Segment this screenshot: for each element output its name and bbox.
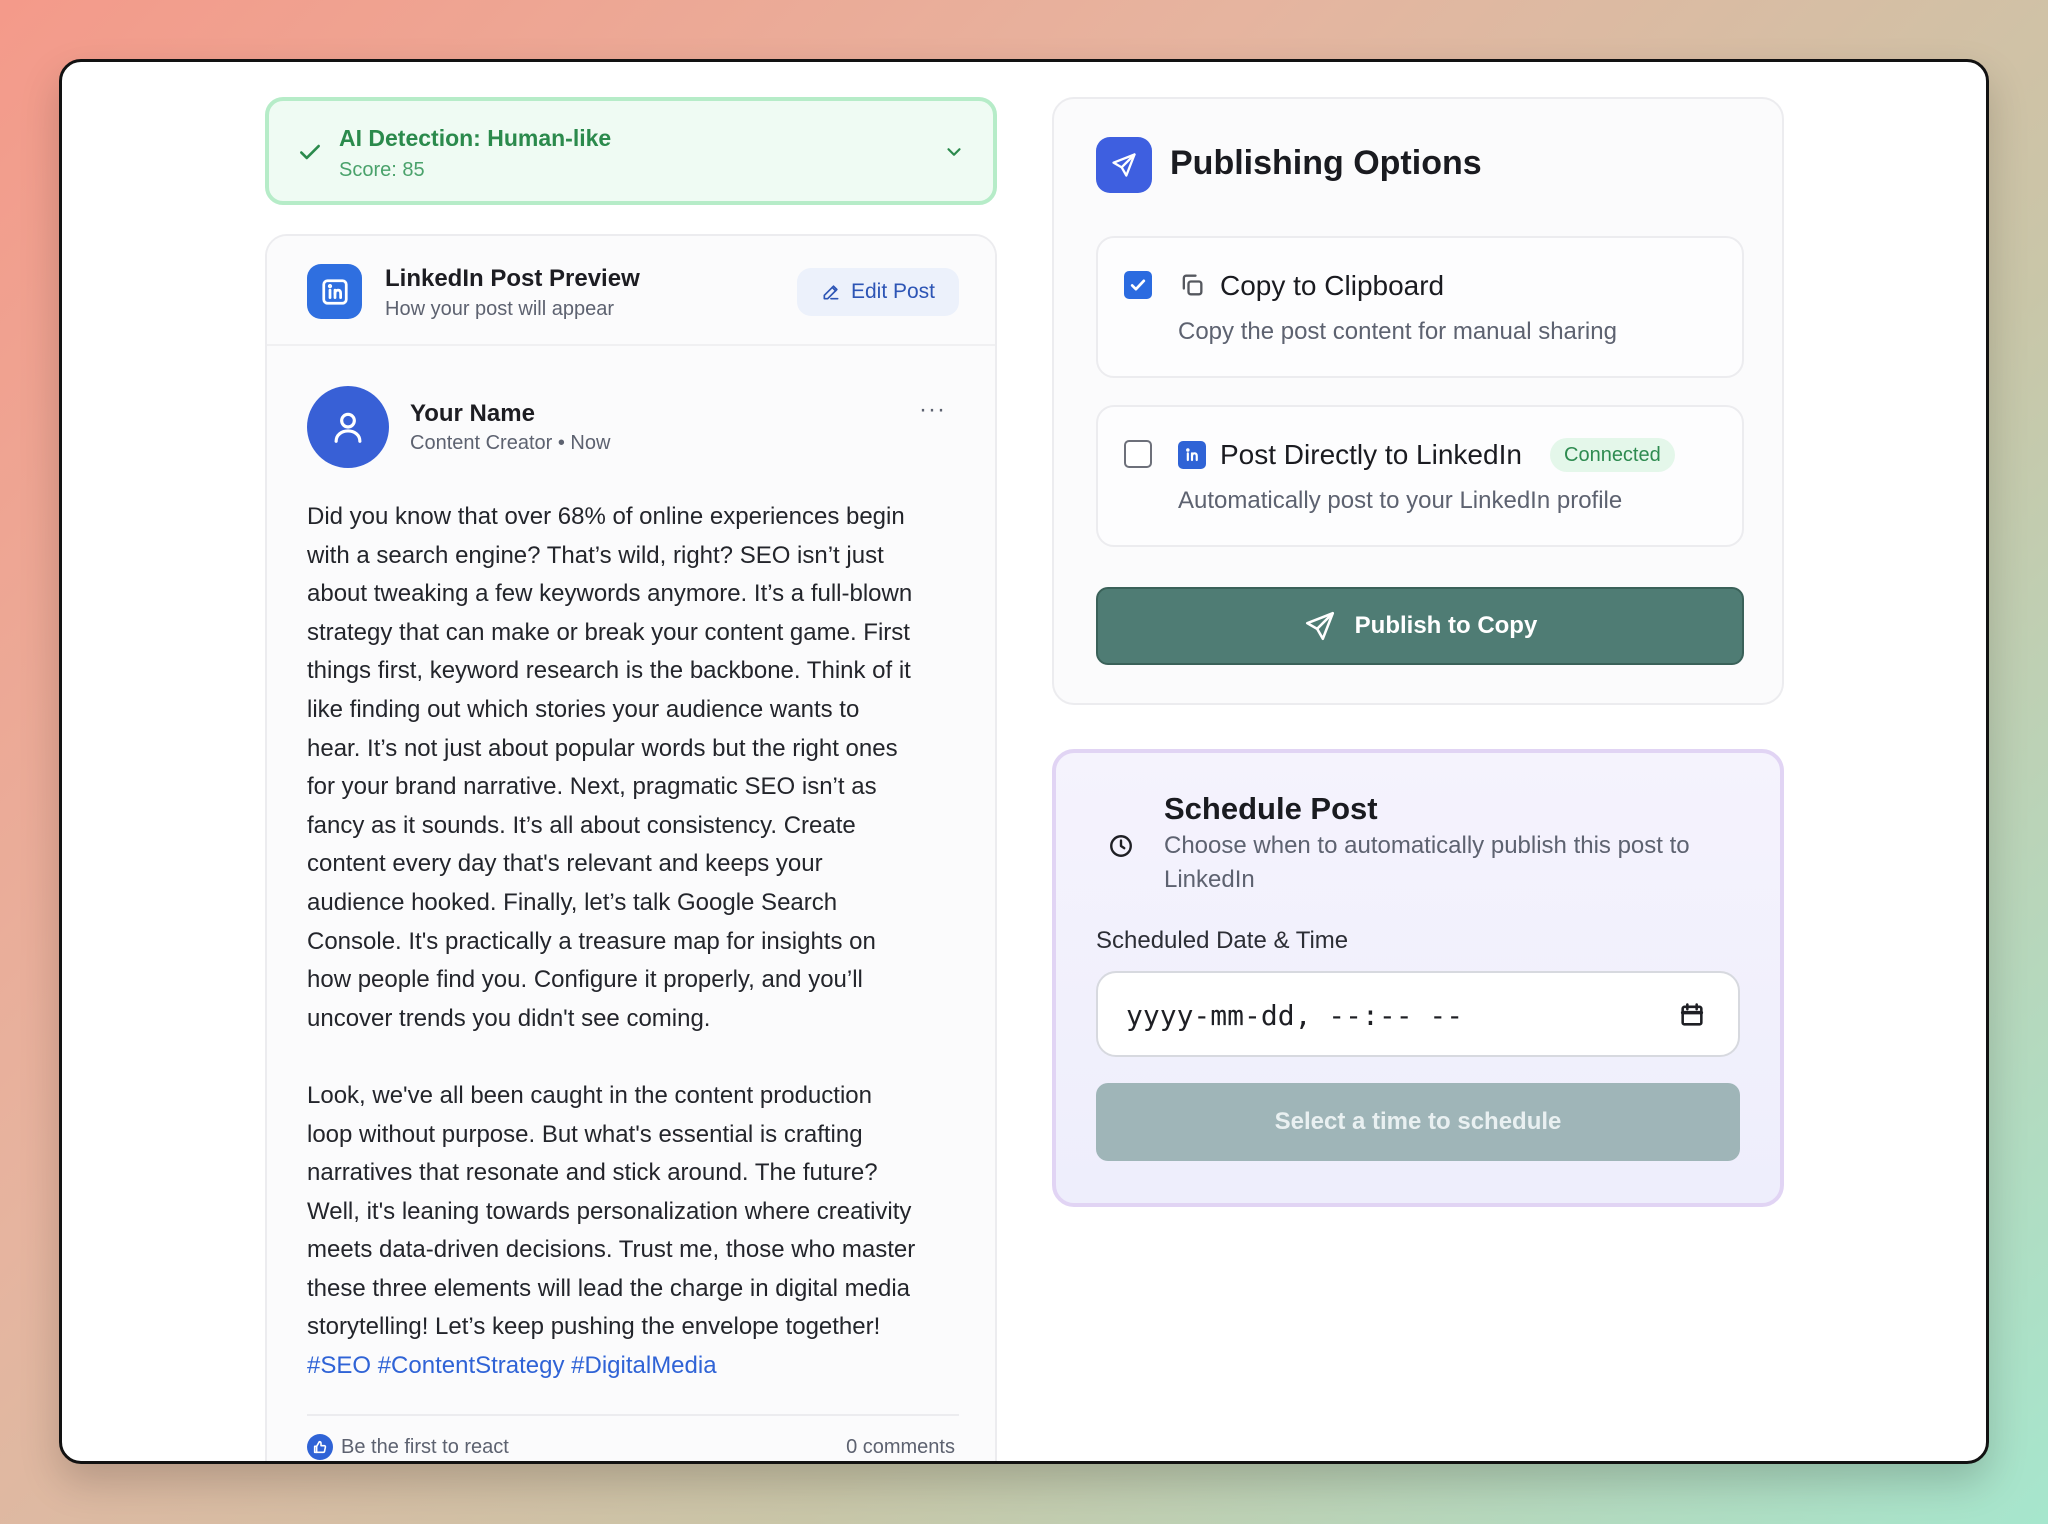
option-title: Copy to Clipboard bbox=[1220, 270, 1445, 301]
send-icon bbox=[1305, 611, 1334, 641]
author-name: Your Name bbox=[410, 400, 535, 427]
comments-count[interactable]: 0 comments bbox=[846, 1436, 955, 1459]
check-icon bbox=[1130, 279, 1146, 291]
linkedin-icon bbox=[1178, 441, 1206, 469]
more-icon[interactable]: ··· bbox=[919, 396, 946, 424]
post-preview-header: LinkedIn Post Preview How your post will… bbox=[267, 236, 995, 346]
edit-post-button[interactable]: Edit Post bbox=[797, 268, 959, 316]
datetime-placeholder: yyyy-mm-dd, --:-- -- bbox=[1126, 999, 1464, 1032]
copy-icon bbox=[1182, 274, 1203, 296]
post-preview-subtitle: How your post will appear bbox=[385, 298, 614, 320]
post-body: Did you know that over 68% of online exp… bbox=[307, 498, 967, 1386]
option-copy-clipboard[interactable]: Copy to Clipboard Copy the post content … bbox=[1096, 236, 1744, 378]
schedule-button[interactable]: Select a time to schedule bbox=[1096, 1083, 1740, 1161]
react-label: Be the first to react bbox=[341, 1435, 509, 1458]
edit-post-label: Edit Post bbox=[850, 280, 936, 303]
chevron-down-icon[interactable] bbox=[943, 141, 965, 163]
post-preview-card: LinkedIn Post Preview How your post will… bbox=[265, 234, 997, 1461]
connected-badge: Connected bbox=[1550, 438, 1675, 472]
publish-button-label: Publish to Copy bbox=[1354, 612, 1538, 639]
ai-detection-card[interactable]: AI Detection: Human-like Score: 85 bbox=[265, 97, 997, 205]
option-description: Copy the post content for manual sharing bbox=[1178, 318, 1617, 345]
publishing-options-card: Publishing Options Copy to Clipboard Cop… bbox=[1052, 97, 1784, 705]
pencil-icon bbox=[823, 285, 839, 300]
scheduled-datetime-input[interactable]: yyyy-mm-dd, --:-- -- bbox=[1096, 971, 1740, 1057]
clock-icon bbox=[1110, 835, 1132, 857]
publish-button[interactable]: Publish to Copy bbox=[1096, 587, 1744, 665]
linkedin-icon bbox=[307, 264, 362, 319]
scheduled-date-label: Scheduled Date & Time bbox=[1096, 927, 1349, 954]
calendar-icon[interactable] bbox=[1678, 1001, 1706, 1029]
schedule-description: Choose when to automatically publish thi… bbox=[1164, 832, 1690, 893]
author-meta: Content Creator • Now bbox=[410, 432, 611, 454]
app-window: AI Detection: Human-like Score: 85 Linke… bbox=[59, 59, 1989, 1464]
copy-clipboard-checkbox[interactable] bbox=[1124, 271, 1152, 299]
post-preview-title: LinkedIn Post Preview bbox=[385, 265, 640, 292]
option-title: Post Directly to LinkedIn bbox=[1220, 439, 1522, 470]
publishing-options-title: Publishing Options bbox=[1170, 144, 1482, 182]
post-linkedin-checkbox[interactable] bbox=[1124, 440, 1152, 468]
option-description: Automatically post to your LinkedIn prof… bbox=[1178, 487, 1623, 514]
check-icon bbox=[300, 144, 320, 160]
option-post-linkedin[interactable]: Post Directly to LinkedIn Connected Auto… bbox=[1096, 405, 1744, 547]
user-icon bbox=[334, 412, 362, 443]
send-icon bbox=[1096, 137, 1152, 193]
post-text: Did you know that over 68% of online exp… bbox=[307, 503, 916, 1341]
divider bbox=[307, 1414, 959, 1416]
reaction-summary[interactable]: Be the first to react bbox=[307, 1434, 509, 1460]
ai-detection-title: AI Detection: Human-like bbox=[339, 125, 612, 151]
thumbs-up-icon bbox=[307, 1434, 333, 1460]
post-hashtags[interactable]: #SEO #ContentStrategy #DigitalMedia bbox=[307, 1352, 717, 1379]
ai-detection-score: Score: 85 bbox=[339, 159, 425, 181]
avatar bbox=[307, 386, 389, 468]
schedule-post-card: Schedule Post Choose when to automatical… bbox=[1052, 749, 1784, 1207]
schedule-title: Schedule Post bbox=[1164, 791, 1378, 826]
